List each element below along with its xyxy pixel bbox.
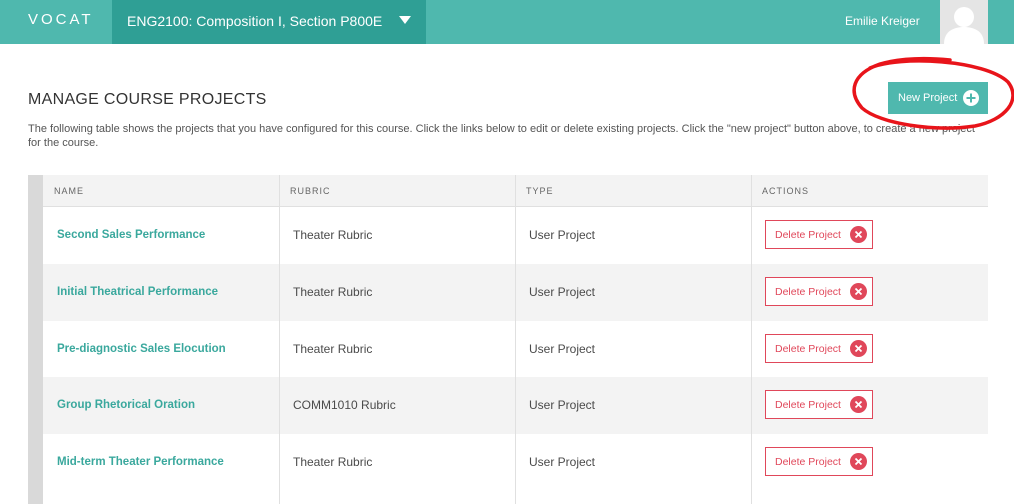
column-header-type: TYPE [526, 186, 554, 196]
project-rubric: Theater Rubric [293, 455, 373, 469]
close-circle-icon [850, 453, 867, 470]
project-type: User Project [529, 455, 596, 469]
table-left-bar [28, 175, 43, 504]
user-silhouette-icon [944, 7, 984, 44]
project-name-link[interactable]: Pre-diagnostic Sales Elocution [57, 342, 226, 357]
projects-table: NAME RUBRIC TYPE ACTIONS Second Sales Pe… [28, 175, 988, 504]
project-name-link[interactable]: Mid-term Theater Performance [57, 455, 224, 470]
project-type: User Project [529, 228, 596, 242]
project-rubric: COMM1010 Rubric [293, 398, 396, 412]
page-title: MANAGE COURSE PROJECTS [28, 91, 267, 108]
new-project-label: New Project [898, 92, 958, 104]
new-project-button[interactable]: New Project [888, 82, 988, 114]
user-name[interactable]: Emilie Kreiger [845, 12, 920, 30]
project-rubric: Theater Rubric [293, 342, 373, 356]
delete-project-label: Delete Project [775, 456, 841, 468]
project-name-link[interactable]: Initial Theatrical Performance [57, 285, 218, 300]
delete-project-button[interactable]: Delete Project [765, 390, 873, 419]
close-circle-icon [850, 340, 867, 357]
app-logo[interactable]: VOCAT [28, 11, 94, 29]
project-type: User Project [529, 342, 596, 356]
column-divider [751, 175, 752, 504]
chevron-down-icon [399, 16, 411, 24]
project-name-link[interactable]: Group Rhetorical Oration [57, 398, 195, 413]
project-type: User Project [529, 398, 596, 412]
avatar[interactable] [940, 0, 988, 44]
delete-project-label: Delete Project [775, 229, 841, 241]
top-navbar: VOCAT ENG2100: Composition I, Section P8… [0, 0, 1014, 44]
project-type: User Project [529, 285, 596, 299]
delete-project-button[interactable]: Delete Project [765, 334, 873, 363]
page-description: The following table shows the projects t… [28, 123, 975, 149]
delete-project-label: Delete Project [775, 343, 841, 355]
delete-project-label: Delete Project [775, 399, 841, 411]
course-selector[interactable]: ENG2100: Composition I, Section P800E [112, 0, 426, 44]
plus-circle-icon [963, 90, 979, 106]
project-rubric: Theater Rubric [293, 285, 373, 299]
delete-project-label: Delete Project [775, 286, 841, 298]
delete-project-button[interactable]: Delete Project [765, 220, 873, 249]
column-divider [515, 175, 516, 504]
close-circle-icon [850, 283, 867, 300]
close-circle-icon [850, 226, 867, 243]
delete-project-button[interactable]: Delete Project [765, 277, 873, 306]
delete-project-button[interactable]: Delete Project [765, 447, 873, 476]
column-header-actions: ACTIONS [762, 186, 810, 196]
column-divider [279, 175, 280, 504]
project-name-link[interactable]: Second Sales Performance [57, 228, 205, 243]
column-header-name: NAME [54, 186, 85, 196]
project-rubric: Theater Rubric [293, 228, 373, 242]
course-title: ENG2100: Composition I, Section P800E [127, 13, 383, 29]
close-circle-icon [850, 396, 867, 413]
column-header-rubric: RUBRIC [290, 186, 331, 196]
